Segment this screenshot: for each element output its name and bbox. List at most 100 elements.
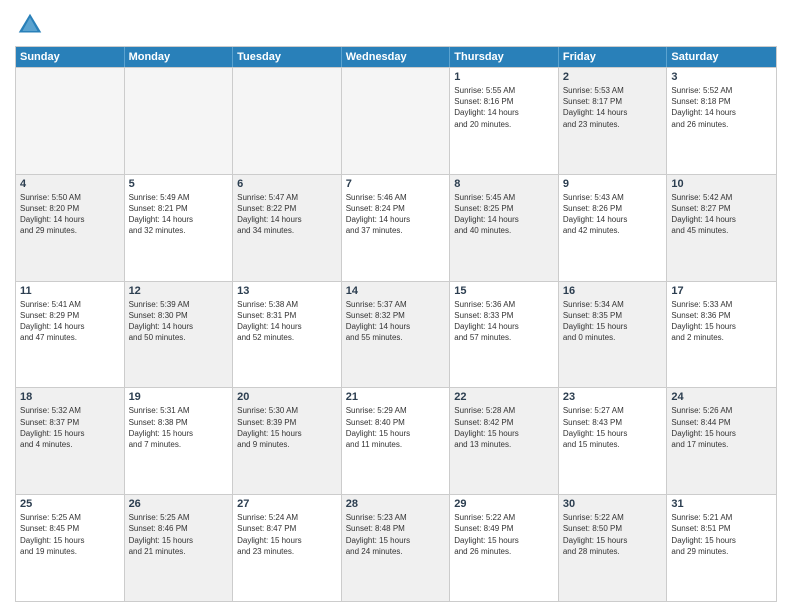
day-number: 8 — [454, 178, 554, 190]
day-info: Sunrise: 5:33 AM Sunset: 8:36 PM Dayligh… — [671, 299, 772, 344]
calendar-cell: 5 Sunrise: 5:49 AM Sunset: 8:21 PM Daylig… — [125, 175, 234, 281]
day-info: Sunrise: 5:45 AM Sunset: 8:25 PM Dayligh… — [454, 192, 554, 237]
calendar-cell: 16 Sunrise: 5:34 AM Sunset: 8:35 PM Dayli… — [559, 282, 668, 388]
day-number: 23 — [563, 391, 663, 403]
calendar-cell: 18 Sunrise: 5:32 AM Sunset: 8:37 PM Dayli… — [16, 388, 125, 494]
day-number: 16 — [563, 285, 663, 297]
day-number: 25 — [20, 498, 120, 510]
day-info: Sunrise: 5:23 AM Sunset: 8:48 PM Dayligh… — [346, 512, 446, 557]
calendar-cell: 27 Sunrise: 5:24 AM Sunset: 8:47 PM Dayli… — [233, 495, 342, 601]
day-info: Sunrise: 5:21 AM Sunset: 8:51 PM Dayligh… — [671, 512, 772, 557]
calendar-cell: 4Sunrise: 5:50 AM Sunset: 8:20 PM Daylig… — [16, 175, 125, 281]
day-info: Sunrise: 5:42 AM Sunset: 8:27 PM Dayligh… — [671, 192, 772, 237]
weekday-header-friday: Friday — [559, 47, 668, 67]
calendar-cell: 25 Sunrise: 5:25 AM Sunset: 8:45 PM Dayli… — [16, 495, 125, 601]
day-number: 12 — [129, 285, 229, 297]
calendar-cell — [342, 68, 451, 174]
day-info: Sunrise: 5:22 AM Sunset: 8:50 PM Dayligh… — [563, 512, 663, 557]
calendar-cell: 26 Sunrise: 5:25 AM Sunset: 8:46 PM Dayli… — [125, 495, 234, 601]
calendar-header: SundayMondayTuesdayWednesdayThursdayFrid… — [16, 47, 776, 67]
calendar-cell — [125, 68, 234, 174]
day-info: Sunrise: 5:52 AM Sunset: 8:18 PM Dayligh… — [671, 85, 772, 130]
day-number: 18 — [20, 391, 120, 403]
calendar-cell: 17 Sunrise: 5:33 AM Sunset: 8:36 PM Dayli… — [667, 282, 776, 388]
day-info: Sunrise: 5:53 AM Sunset: 8:17 PM Dayligh… — [563, 85, 663, 130]
day-number: 13 — [237, 285, 337, 297]
calendar-body: 1Sunrise: 5:55 AM Sunset: 8:16 PM Daylig… — [16, 67, 776, 601]
calendar-cell: 21Sunrise: 5:29 AM Sunset: 8:40 PM Dayli… — [342, 388, 451, 494]
day-info: Sunrise: 5:27 AM Sunset: 8:43 PM Dayligh… — [563, 405, 663, 450]
calendar-cell: 30 Sunrise: 5:22 AM Sunset: 8:50 PM Dayli… — [559, 495, 668, 601]
calendar-cell: 7 Sunrise: 5:46 AM Sunset: 8:24 PM Daylig… — [342, 175, 451, 281]
day-number: 2 — [563, 71, 663, 83]
day-info: Sunrise: 5:34 AM Sunset: 8:35 PM Dayligh… — [563, 299, 663, 344]
calendar-week-5: 25 Sunrise: 5:25 AM Sunset: 8:45 PM Dayli… — [16, 494, 776, 601]
calendar-cell: 9Sunrise: 5:43 AM Sunset: 8:26 PM Daylig… — [559, 175, 668, 281]
calendar-cell: 23 Sunrise: 5:27 AM Sunset: 8:43 PM Dayli… — [559, 388, 668, 494]
day-info: Sunrise: 5:38 AM Sunset: 8:31 PM Dayligh… — [237, 299, 337, 344]
weekday-header-monday: Monday — [125, 47, 234, 67]
day-number: 1 — [454, 71, 554, 83]
calendar: SundayMondayTuesdayWednesdayThursdayFrid… — [15, 46, 777, 602]
calendar-cell — [233, 68, 342, 174]
day-info: Sunrise: 5:41 AM Sunset: 8:29 PM Dayligh… — [20, 299, 120, 344]
day-info: Sunrise: 5:50 AM Sunset: 8:20 PM Dayligh… — [20, 192, 120, 237]
calendar-cell: 6Sunrise: 5:47 AM Sunset: 8:22 PM Daylig… — [233, 175, 342, 281]
weekday-header-tuesday: Tuesday — [233, 47, 342, 67]
day-info: Sunrise: 5:32 AM Sunset: 8:37 PM Dayligh… — [20, 405, 120, 450]
day-info: Sunrise: 5:26 AM Sunset: 8:44 PM Dayligh… — [671, 405, 772, 450]
day-info: Sunrise: 5:28 AM Sunset: 8:42 PM Dayligh… — [454, 405, 554, 450]
calendar-cell: 22Sunrise: 5:28 AM Sunset: 8:42 PM Dayli… — [450, 388, 559, 494]
day-number: 20 — [237, 391, 337, 403]
calendar-week-3: 11 Sunrise: 5:41 AM Sunset: 8:29 PM Dayli… — [16, 281, 776, 388]
calendar-cell: 1Sunrise: 5:55 AM Sunset: 8:16 PM Daylig… — [450, 68, 559, 174]
day-number: 5 — [129, 178, 229, 190]
calendar-cell: 14Sunrise: 5:37 AM Sunset: 8:32 PM Dayli… — [342, 282, 451, 388]
day-info: Sunrise: 5:25 AM Sunset: 8:46 PM Dayligh… — [129, 512, 229, 557]
calendar-cell: 13 Sunrise: 5:38 AM Sunset: 8:31 PM Dayli… — [233, 282, 342, 388]
calendar-cell: 3 Sunrise: 5:52 AM Sunset: 8:18 PM Daylig… — [667, 68, 776, 174]
calendar-cell: 20Sunrise: 5:30 AM Sunset: 8:39 PM Dayli… — [233, 388, 342, 494]
day-number: 24 — [671, 391, 772, 403]
day-info: Sunrise: 5:25 AM Sunset: 8:45 PM Dayligh… — [20, 512, 120, 557]
day-number: 19 — [129, 391, 229, 403]
day-number: 28 — [346, 498, 446, 510]
weekday-header-wednesday: Wednesday — [342, 47, 451, 67]
logo-icon — [15, 10, 45, 40]
day-number: 3 — [671, 71, 772, 83]
day-number: 11 — [20, 285, 120, 297]
day-number: 7 — [346, 178, 446, 190]
day-number: 31 — [671, 498, 772, 510]
day-number: 10 — [671, 178, 772, 190]
calendar-cell: 31 Sunrise: 5:21 AM Sunset: 8:51 PM Dayli… — [667, 495, 776, 601]
day-info: Sunrise: 5:29 AM Sunset: 8:40 PM Dayligh… — [346, 405, 446, 450]
calendar-cell: 24 Sunrise: 5:26 AM Sunset: 8:44 PM Dayli… — [667, 388, 776, 494]
logo — [15, 10, 49, 40]
page: SundayMondayTuesdayWednesdayThursdayFrid… — [0, 0, 792, 612]
weekday-header-thursday: Thursday — [450, 47, 559, 67]
calendar-cell: 12 Sunrise: 5:39 AM Sunset: 8:30 PM Dayli… — [125, 282, 234, 388]
day-info: Sunrise: 5:49 AM Sunset: 8:21 PM Dayligh… — [129, 192, 229, 237]
header — [15, 10, 777, 40]
day-info: Sunrise: 5:31 AM Sunset: 8:38 PM Dayligh… — [129, 405, 229, 450]
calendar-cell: 28 Sunrise: 5:23 AM Sunset: 8:48 PM Dayli… — [342, 495, 451, 601]
day-info: Sunrise: 5:47 AM Sunset: 8:22 PM Dayligh… — [237, 192, 337, 237]
calendar-week-1: 1Sunrise: 5:55 AM Sunset: 8:16 PM Daylig… — [16, 67, 776, 174]
day-number: 17 — [671, 285, 772, 297]
day-info: Sunrise: 5:37 AM Sunset: 8:32 PM Dayligh… — [346, 299, 446, 344]
day-number: 27 — [237, 498, 337, 510]
day-info: Sunrise: 5:22 AM Sunset: 8:49 PM Dayligh… — [454, 512, 554, 557]
day-number: 26 — [129, 498, 229, 510]
day-info: Sunrise: 5:46 AM Sunset: 8:24 PM Dayligh… — [346, 192, 446, 237]
calendar-cell: 8 Sunrise: 5:45 AM Sunset: 8:25 PM Daylig… — [450, 175, 559, 281]
weekday-header-saturday: Saturday — [667, 47, 776, 67]
day-info: Sunrise: 5:24 AM Sunset: 8:47 PM Dayligh… — [237, 512, 337, 557]
day-number: 30 — [563, 498, 663, 510]
calendar-cell: 19 Sunrise: 5:31 AM Sunset: 8:38 PM Dayli… — [125, 388, 234, 494]
weekday-header-sunday: Sunday — [16, 47, 125, 67]
calendar-week-2: 4Sunrise: 5:50 AM Sunset: 8:20 PM Daylig… — [16, 174, 776, 281]
day-info: Sunrise: 5:43 AM Sunset: 8:26 PM Dayligh… — [563, 192, 663, 237]
calendar-cell: 29Sunrise: 5:22 AM Sunset: 8:49 PM Dayli… — [450, 495, 559, 601]
day-info: Sunrise: 5:39 AM Sunset: 8:30 PM Dayligh… — [129, 299, 229, 344]
day-number: 15 — [454, 285, 554, 297]
